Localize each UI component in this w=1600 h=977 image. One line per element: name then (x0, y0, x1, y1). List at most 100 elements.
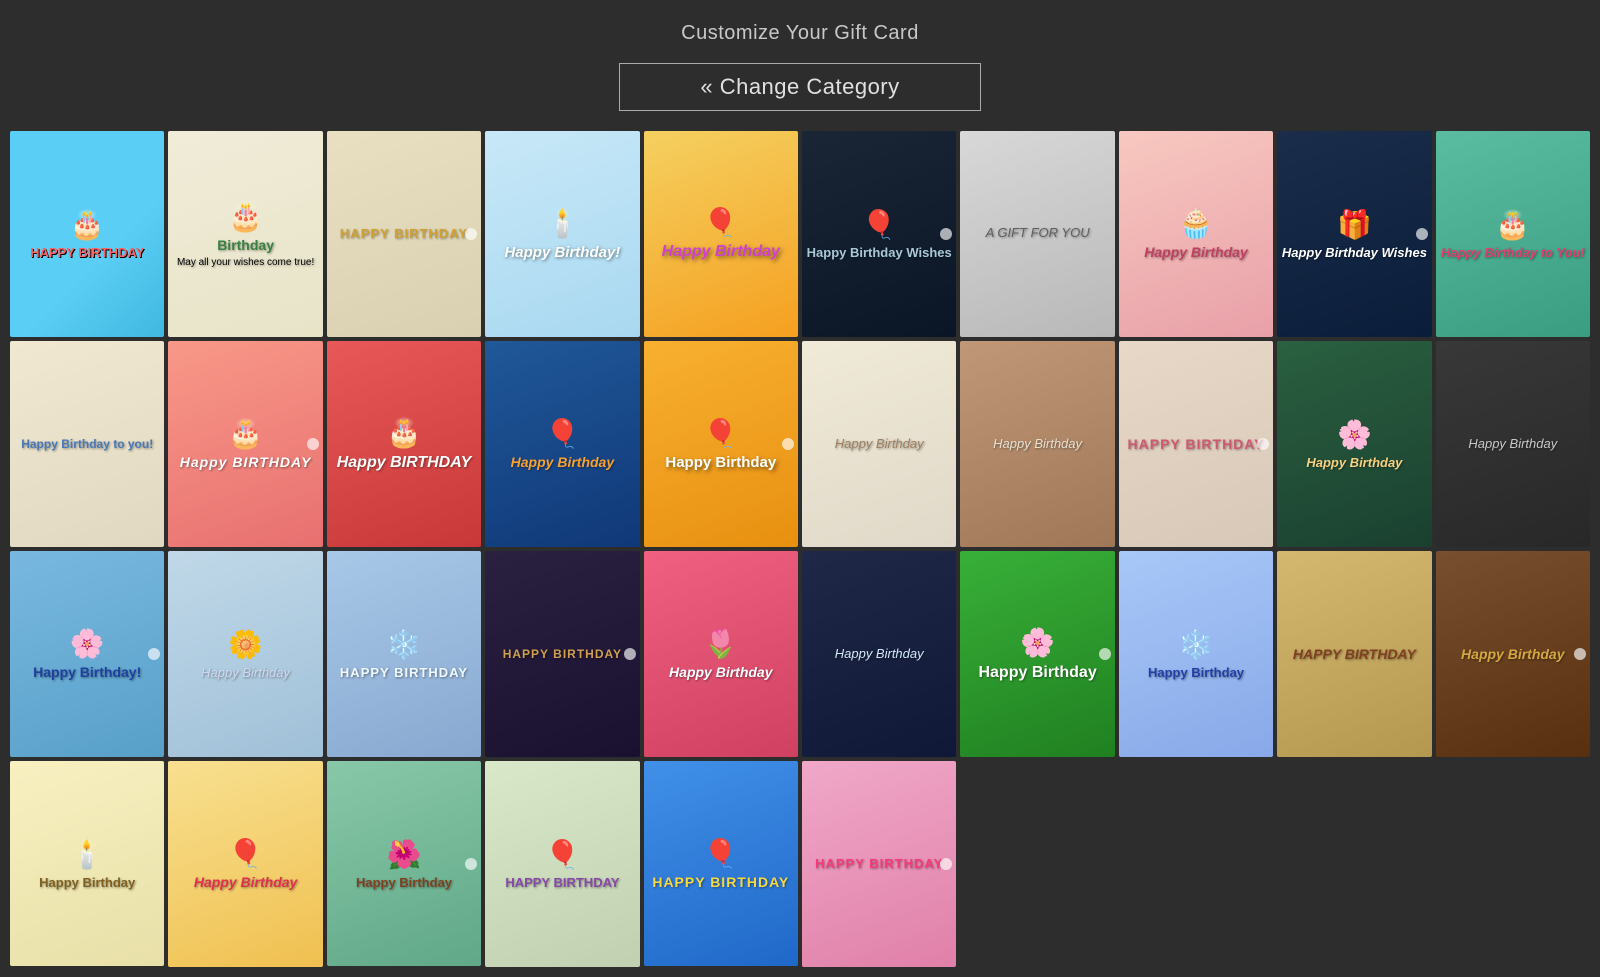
header: Customize Your Gift Card « Change Catego… (0, 0, 1600, 127)
card-emoji: 🌼 (228, 628, 263, 661)
scroll-indicator (1416, 228, 1428, 240)
gift-card-18[interactable]: HAPPY BIRTHDAY (1119, 341, 1273, 547)
gift-card-31[interactable]: 🕯️ Happy Birthday (10, 761, 164, 967)
gift-card-25[interactable]: 🌷 Happy Birthday (644, 551, 798, 757)
card-main-text: HAPPY BIRTHDAY (815, 856, 943, 871)
card-main-text: Happy Birthday (665, 454, 776, 471)
card-emoji: 🎈 (228, 837, 263, 870)
gift-card-15[interactable]: 🎈Happy Birthday (644, 341, 798, 547)
card-main-text: Happy Birthday (978, 663, 1096, 682)
card-main-text: Happy Birthday Wishes (807, 245, 952, 260)
gift-card-8[interactable]: 🧁 Happy Birthday (1119, 131, 1273, 337)
scroll-indicator (1099, 648, 1111, 660)
gift-card-35[interactable]: 🎈HAPPY BIRTHDAY (644, 761, 798, 967)
gift-card-21[interactable]: 🌸 Happy Birthday! (10, 551, 164, 757)
card-main-text: Happy Birthday (1306, 455, 1402, 470)
card-emoji: ❄️ (387, 628, 422, 661)
gift-card-9[interactable]: 🎁Happy Birthday Wishes (1277, 131, 1431, 337)
gift-card-10[interactable]: 🎂 Happy Birthday to You! (1436, 131, 1590, 337)
card-emoji: 🌸 (70, 627, 105, 660)
gift-card-16[interactable]: Happy Birthday (802, 341, 956, 547)
card-main-text: Happy Birthday (1144, 244, 1247, 261)
card-emoji: 🎂 (387, 416, 422, 449)
card-sub-text: May all your wishes come true! (177, 257, 314, 268)
card-emoji: 🌸 (1020, 626, 1055, 659)
gift-card-32[interactable]: 🎈 Happy Birthday (168, 761, 322, 967)
scroll-indicator (465, 858, 477, 870)
gift-card-19[interactable]: 🌸 Happy Birthday (1277, 341, 1431, 547)
card-main-text: Happy Birthday! (33, 664, 141, 680)
scroll-indicator (1574, 648, 1586, 660)
card-emoji: 🕯️ (545, 207, 580, 240)
gift-card-1[interactable]: 🎂 HAPPY BIRTHDAY (10, 131, 164, 337)
card-main-text: HAPPY BIRTHDAY (340, 226, 468, 241)
gift-card-12[interactable]: 🎂 Happy BIRTHDAY (168, 341, 322, 547)
card-main-text: Happy Birthday (1148, 665, 1244, 680)
gift-card-36[interactable]: HAPPY BIRTHDAY (802, 761, 956, 967)
card-main-text: HAPPY BIRTHDAY (30, 245, 144, 260)
card-main-text: Happy Birthday! (504, 244, 620, 261)
card-main-text: Happy BIRTHDAY (337, 453, 472, 472)
gift-card-20[interactable]: Happy Birthday (1436, 341, 1590, 547)
card-emoji: 🎂 (1495, 208, 1530, 241)
gift-card-23[interactable]: ❄️HAPPY BIRTHDAY (327, 551, 481, 757)
card-emoji: 🎈 (703, 206, 738, 239)
card-main-text: Happy Birthday (662, 243, 780, 261)
card-emoji: 🌷 (703, 627, 738, 660)
gift-card-13[interactable]: 🎂 Happy BIRTHDAY (327, 341, 481, 547)
card-emoji: 🎂 (228, 200, 263, 233)
card-emoji: 🌸 (1337, 418, 1372, 451)
card-main-text: Happy Birthday (511, 454, 614, 470)
gift-card-14[interactable]: 🎈 Happy Birthday (485, 341, 639, 547)
card-emoji: 🎂 (70, 208, 105, 241)
scroll-indicator (307, 438, 319, 450)
card-emoji: 🎂 (228, 417, 263, 450)
scroll-indicator (940, 228, 952, 240)
card-main-text: HAPPY BIRTHDAY (1293, 646, 1416, 662)
card-emoji: 🌺 (387, 838, 422, 871)
gift-card-30[interactable]: Happy Birthday (1436, 551, 1590, 757)
cards-grid: 🎂 HAPPY BIRTHDAY 🎂 Birthday May all your wis… (0, 127, 1600, 977)
card-main-text: Happy Birthday to You! (1441, 245, 1585, 261)
card-emoji: 🎈 (545, 417, 580, 450)
card-main-text: Happy Birthday (1468, 436, 1557, 451)
card-emoji: 🕯️ (70, 838, 105, 871)
card-main-text: Happy Birthday (835, 436, 924, 451)
gift-card-28[interactable]: ❄️ Happy Birthday (1119, 551, 1273, 757)
card-emoji: 🧁 (1179, 207, 1214, 240)
gift-card-26[interactable]: Happy Birthday (802, 551, 956, 757)
scroll-indicator (624, 648, 636, 660)
gift-card-5[interactable]: 🎈 Happy Birthday (644, 131, 798, 337)
card-main-text: Happy Birthday to you! (21, 437, 153, 451)
gift-card-17[interactable]: Happy Birthday (960, 341, 1114, 547)
card-main-text: Happy Birthday (194, 874, 297, 890)
gift-card-34[interactable]: 🎈 HAPPY BIRTHDAY (485, 761, 639, 967)
gift-card-27[interactable]: 🌸 Happy Birthday (960, 551, 1114, 757)
change-category-button[interactable]: « Change Category (619, 63, 980, 111)
gift-card-22[interactable]: 🌼Happy Birthday (168, 551, 322, 757)
scroll-indicator (940, 858, 952, 870)
gift-card-24[interactable]: HAPPY BIRTHDAY (485, 551, 639, 757)
card-emoji: 🎁 (1337, 208, 1372, 241)
gift-card-11[interactable]: Happy Birthday to you! (10, 341, 164, 547)
gift-card-33[interactable]: 🌺Happy Birthday (327, 761, 481, 967)
gift-card-2[interactable]: 🎂 Birthday May all your wishes come true! (168, 131, 322, 337)
card-main-text: Happy Birthday (993, 436, 1082, 451)
page-title: Customize Your Gift Card (0, 22, 1600, 45)
gift-card-6[interactable]: 🎈Happy Birthday Wishes (802, 131, 956, 337)
card-main-text: HAPPY BIRTHDAY (503, 647, 622, 661)
scroll-indicator (148, 648, 160, 660)
card-main-text: Birthday (217, 237, 274, 254)
gift-card-3[interactable]: HAPPY BIRTHDAY (327, 131, 481, 337)
card-emoji: 🎈 (545, 838, 580, 871)
page-container: Customize Your Gift Card « Change Catego… (0, 0, 1600, 977)
card-emoji: ❄️ (1179, 628, 1214, 661)
card-main-text: Happy Birthday (39, 875, 135, 890)
gift-card-7[interactable]: A GIFT FOR YOU (960, 131, 1114, 337)
gift-card-4[interactable]: 🕯️ Happy Birthday! (485, 131, 639, 337)
scroll-indicator (465, 228, 477, 240)
card-main-text: HAPPY BIRTHDAY (505, 875, 619, 890)
gift-card-29[interactable]: HAPPY BIRTHDAY (1277, 551, 1431, 757)
card-main-text: Happy BIRTHDAY (180, 454, 312, 470)
card-main-text: Happy Birthday (669, 664, 772, 680)
